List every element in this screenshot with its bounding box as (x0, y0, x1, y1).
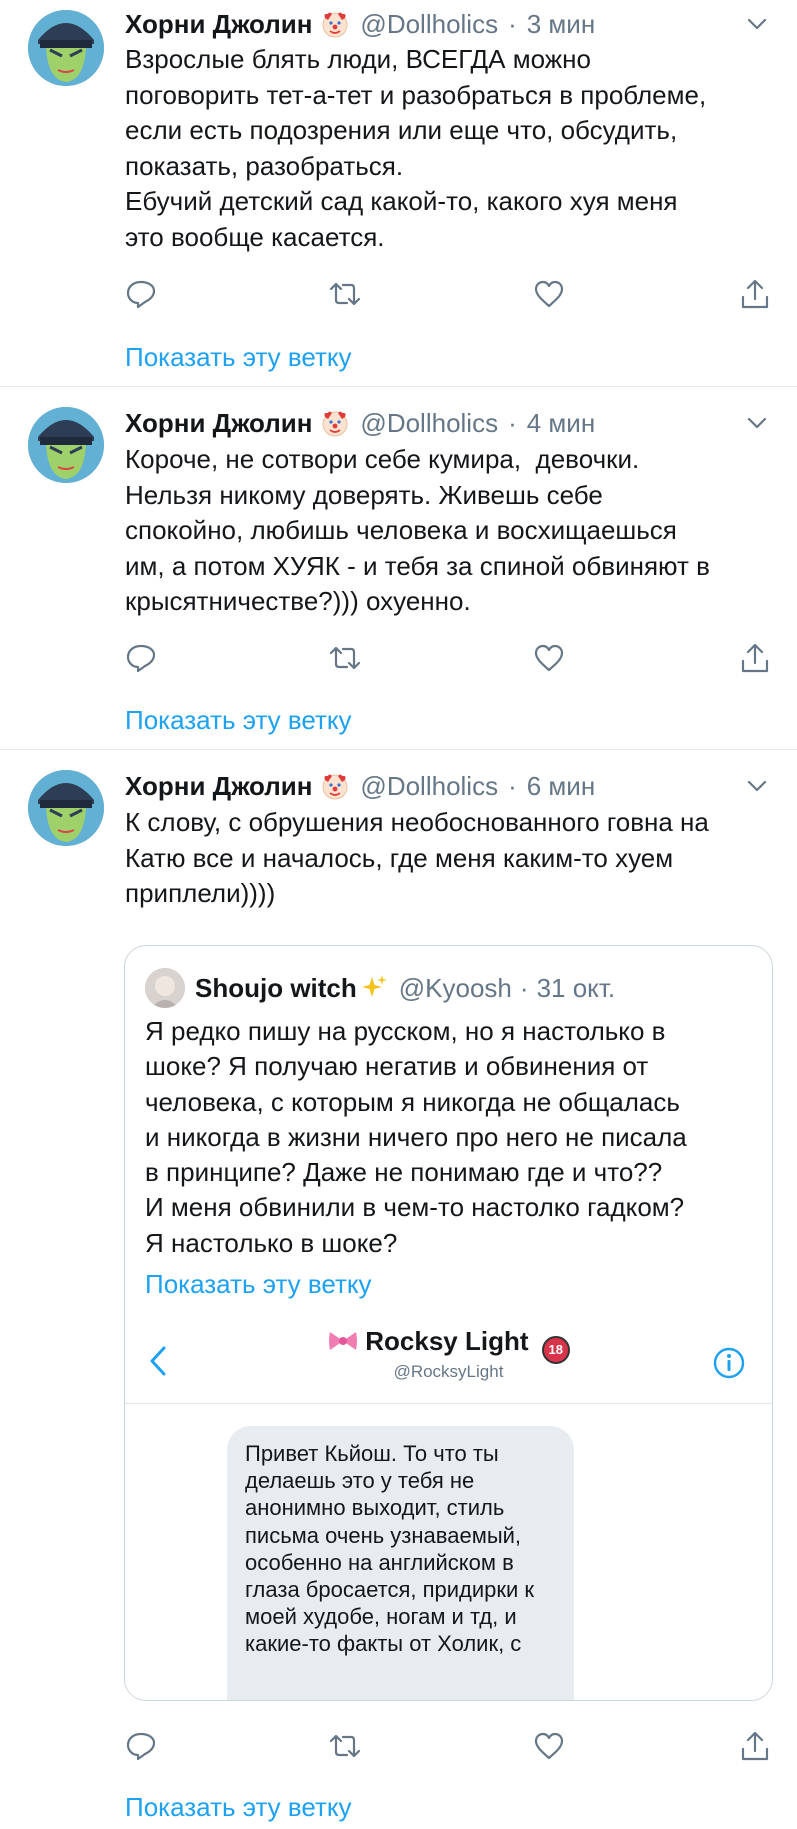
timestamp[interactable]: 31 окт. (537, 973, 616, 1004)
tweet-actions (125, 1730, 773, 1764)
author-name[interactable]: Хорни Джолин (125, 408, 312, 439)
quoted-tweet-header: Shoujo witch @Kyoosh · 31 окт. (195, 968, 615, 1008)
quoted-tweet[interactable]: Shoujo witch @Kyoosh · 31 окт. Я редко п… (124, 945, 773, 1701)
timestamp[interactable]: 4 мин (527, 408, 595, 439)
dm-subtitle: @RocksyLight (393, 1362, 504, 1381)
attached-screenshot[interactable]: Rocksy Light 18 @RocksyLight Привет Кьйо… (125, 1316, 772, 1700)
tweet-header: Хорни Джолин @Dollholics · 3 мин (125, 6, 769, 42)
avatar[interactable] (28, 770, 104, 846)
tweet-actions (125, 278, 773, 312)
like-icon[interactable] (533, 642, 565, 674)
share-icon[interactable] (739, 642, 771, 674)
chevron-down-icon[interactable] (745, 774, 769, 798)
retweet-icon[interactable] (329, 1730, 361, 1762)
clown-emoji-icon (320, 771, 350, 801)
message-bubble: Привет Кьйош. То что ты делаешь это у те… (227, 1426, 574, 1700)
separator-dot: · (508, 770, 517, 801)
retweet-icon[interactable] (329, 642, 361, 674)
author-handle[interactable]: @Dollholics (360, 771, 498, 802)
sparkles-emoji-icon (359, 973, 389, 1003)
like-icon[interactable] (533, 278, 565, 310)
chevron-down-icon[interactable] (745, 411, 769, 435)
tweet[interactable]: Хорни Джолин @Dollholics · 4 мин Короче,… (0, 387, 797, 749)
tweet[interactable]: Хорни Джолин @Dollholics · 3 мин Взрослы… (0, 0, 797, 386)
chevron-down-icon[interactable] (745, 12, 769, 36)
author-name[interactable]: Shoujo witch (195, 973, 357, 1004)
clown-emoji-icon (320, 408, 350, 438)
show-thread-link[interactable]: Показать эту ветку (125, 705, 352, 736)
show-thread-link[interactable]: Показать эту ветку (145, 1269, 372, 1300)
reply-icon[interactable] (125, 1730, 157, 1762)
dm-title-text: Rocksy Light (365, 1326, 529, 1356)
dm-header: Rocksy Light 18 @RocksyLight (125, 1316, 772, 1404)
separator-dot: · (508, 407, 517, 438)
tweet-text: Короче, не сотвори себе кумира, девочки.… (125, 444, 710, 616)
author-name[interactable]: Хорни Джолин (125, 9, 312, 40)
reply-icon[interactable] (125, 278, 157, 310)
avatar[interactable] (28, 407, 104, 483)
share-icon[interactable] (739, 1730, 771, 1762)
like-icon[interactable] (533, 1730, 565, 1762)
show-thread-link[interactable]: Показать эту ветку (125, 1792, 352, 1823)
tweet-header: Хорни Джолин @Dollholics · 4 мин (125, 405, 769, 441)
tweet-actions (125, 642, 773, 676)
clown-emoji-icon (320, 9, 350, 39)
ribbon-emoji-icon (327, 1327, 359, 1355)
author-handle[interactable]: @Kyoosh (399, 973, 512, 1004)
tweet-header: Хорни Джолин @Dollholics · 6 мин (125, 768, 769, 804)
separator-dot: · (519, 972, 529, 1003)
info-icon (713, 1347, 745, 1379)
timestamp[interactable]: 3 мин (527, 9, 595, 40)
retweet-icon[interactable] (329, 278, 361, 310)
separator-dot: · (508, 8, 517, 39)
show-thread-link[interactable]: Показать эту ветку (125, 342, 352, 373)
reply-icon[interactable] (125, 642, 157, 674)
avatar[interactable] (28, 10, 104, 86)
tweet-text: Взрослые блять люди, ВСЕГДА можно погово… (125, 44, 707, 252)
tweet-text: К слову, с обрушения необоснованного гов… (125, 807, 709, 908)
age-badge-icon: 18 (541, 1336, 570, 1364)
quoted-tweet-text: Я редко пишу на русском, но я настолько … (145, 1016, 687, 1258)
author-handle[interactable]: @Dollholics (360, 408, 498, 439)
author-handle[interactable]: @Dollholics (360, 9, 498, 40)
tweet[interactable]: Хорни Джолин @Dollholics · 6 мин К слову… (0, 750, 797, 1829)
share-icon[interactable] (739, 278, 771, 310)
timestamp[interactable]: 6 мин (527, 771, 595, 802)
author-name[interactable]: Хорни Джолин (125, 771, 312, 802)
dm-title: Rocksy Light 18 (125, 1326, 772, 1364)
message-text: Привет Кьйош. То что ты делаешь это у те… (245, 1441, 535, 1657)
avatar[interactable] (145, 968, 185, 1008)
